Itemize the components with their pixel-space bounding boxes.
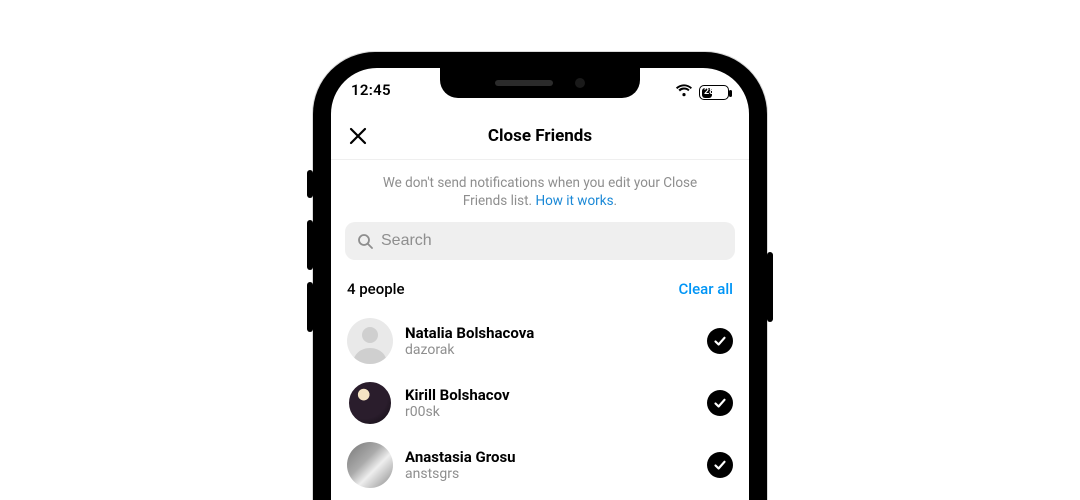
checkmark-icon <box>713 334 727 348</box>
list-item[interactable]: Natalia Bolshacova dazorak <box>347 310 733 372</box>
friend-username: anstsgrs <box>405 466 695 483</box>
front-camera <box>575 78 585 88</box>
avatar <box>347 318 393 364</box>
list-header: 4 people Clear all <box>331 268 749 306</box>
speaker-grille <box>495 80 553 86</box>
list-item[interactable]: Kirill Bolshacov r00sk <box>347 372 733 434</box>
checkmark-icon <box>713 396 727 410</box>
how-it-works-link[interactable]: How it works <box>535 193 613 209</box>
info-text: We don't send notifications when you edi… <box>331 160 749 222</box>
avatar <box>347 380 393 426</box>
avatar <box>347 442 393 488</box>
checkmark-icon <box>713 458 727 472</box>
friend-username: dazorak <box>405 342 695 359</box>
battery-indicator: 28 <box>699 80 729 100</box>
status-time: 12:45 <box>351 81 391 99</box>
power-button[interactable] <box>767 252 773 322</box>
nav-bar: Close Friends <box>331 112 749 160</box>
battery-percent: 28 <box>703 88 714 97</box>
friend-username: r00sk <box>405 404 695 421</box>
screen: 12:45 28 <box>331 68 749 500</box>
toggle-selected[interactable] <box>707 390 733 416</box>
wifi-icon <box>675 84 693 97</box>
friends-list: Natalia Bolshacova dazorak Kirill Bolsha… <box>331 306 749 496</box>
list-item[interactable]: Anastasia Grosu anstsgrs <box>347 434 733 496</box>
mute-switch[interactable] <box>307 170 313 198</box>
phone-frame: 12:45 28 <box>313 52 767 500</box>
toggle-selected[interactable] <box>707 328 733 354</box>
toggle-selected[interactable] <box>707 452 733 478</box>
friend-name: Anastasia Grosu <box>405 448 695 466</box>
page-title: Close Friends <box>331 126 749 146</box>
search-field[interactable] <box>345 222 735 260</box>
clear-all-button[interactable]: Clear all <box>679 280 734 298</box>
notch <box>440 68 640 98</box>
search-icon <box>357 233 373 249</box>
people-count: 4 people <box>347 280 405 298</box>
friend-name: Kirill Bolshacov <box>405 386 695 404</box>
volume-down-button[interactable] <box>307 282 313 332</box>
friend-name: Natalia Bolshacova <box>405 324 695 342</box>
volume-up-button[interactable] <box>307 220 313 270</box>
search-input[interactable] <box>381 232 723 250</box>
info-text-after: . <box>614 193 618 209</box>
